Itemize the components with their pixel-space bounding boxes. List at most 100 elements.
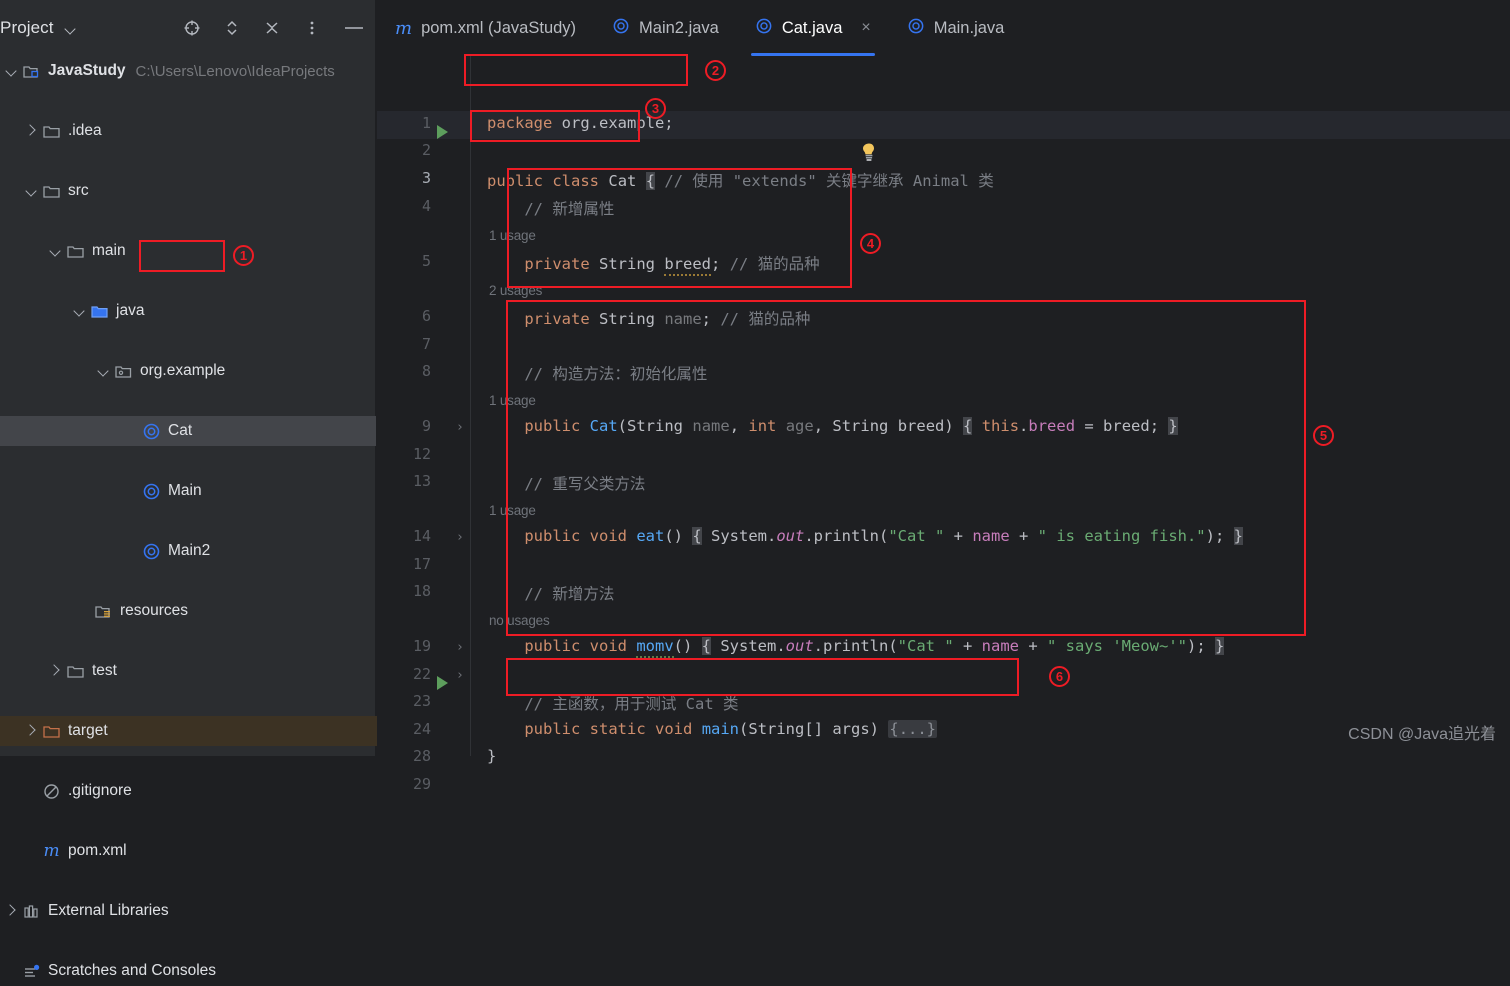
tree-label: src — [68, 182, 89, 199]
chevron-right-icon[interactable] — [22, 121, 42, 141]
tree-item-java[interactable]: java — [0, 296, 376, 326]
code-line-9[interactable]: public Cat(String name, int age, String … — [487, 417, 1178, 435]
tab-main-java[interactable]: Main.java — [889, 0, 1023, 56]
maven-icon: m — [43, 840, 60, 861]
run-main-gutter-icon[interactable] — [437, 676, 448, 690]
close-icon[interactable]: × — [861, 20, 870, 36]
tree-label: org.example — [140, 362, 226, 379]
tree-item-main-class[interactable]: Main — [0, 476, 376, 506]
chevron-down-icon[interactable] — [64, 21, 78, 35]
tree-item-pom-xml[interactable]: m pom.xml — [0, 836, 376, 866]
annotation-marker-1: 1 — [233, 245, 254, 266]
usage-hint[interactable]: 1 usage — [489, 503, 536, 518]
line-number: 4 — [421, 197, 431, 215]
line-number: 3 — [421, 169, 431, 187]
tree-label: pom.xml — [68, 842, 127, 859]
line-number: 9 — [421, 417, 431, 435]
folder-icon — [42, 182, 61, 201]
tree-label: External Libraries — [48, 902, 169, 919]
code-editor[interactable]: 1 2 3 4 5 6 7 8 9 12 13 14 17 18 19 22 2… — [377, 56, 1510, 793]
code-line-18[interactable]: // 新增方法 — [487, 582, 614, 604]
code-line-28[interactable]: } — [487, 747, 496, 765]
tree-label: main — [92, 242, 126, 259]
tree-item-gitignore[interactable]: .gitignore — [0, 776, 376, 806]
tree-item-test[interactable]: test — [0, 656, 376, 686]
tree-item-target[interactable]: target — [0, 716, 398, 746]
annotation-marker-3: 3 — [645, 98, 666, 119]
tab-cat-java[interactable]: Cat.java × — [737, 0, 889, 56]
usage-hint[interactable]: 1 usage — [489, 228, 536, 243]
tree-item-src[interactable]: src — [0, 176, 376, 206]
tree-item-idea[interactable]: .idea — [0, 116, 376, 146]
annotation-marker-6: 6 — [1049, 666, 1070, 687]
code-line-3[interactable]: public class Cat { // 使用 "extends" 关键字继承… — [487, 169, 994, 191]
target-folder-icon — [42, 722, 61, 741]
fold-expand-icon[interactable]: › — [456, 641, 468, 654]
editor-gutter[interactable]: 1 2 3 4 5 6 7 8 9 12 13 14 17 18 19 22 2… — [377, 56, 470, 793]
usage-hint[interactable]: no usages — [489, 613, 550, 628]
tree-item-main[interactable]: main — [0, 236, 376, 266]
code-line-4[interactable]: // 新增属性 — [487, 197, 614, 219]
java-class-icon — [907, 17, 925, 40]
chevron-right-icon[interactable] — [22, 721, 42, 741]
tree-item-main2-class[interactable]: Main2 — [0, 536, 376, 566]
expand-collapse-icon[interactable] — [222, 18, 242, 38]
line-number: 28 — [412, 747, 431, 765]
code-line-13[interactable]: // 重写父类方法 — [487, 472, 645, 494]
tree-item-javastudy[interactable]: JavaStudy C:\Users\Lenovo\IdeaProjects — [0, 56, 376, 86]
fold-expand-icon[interactable]: › — [456, 669, 468, 682]
line-number: 6 — [421, 307, 431, 325]
code-line-23[interactable]: // 主函数，用于测试 Cat 类 — [487, 692, 738, 714]
chevron-down-icon[interactable] — [94, 361, 114, 381]
line-number: 5 — [421, 252, 431, 270]
code-line-19[interactable]: public void momv() { System.out.println(… — [487, 637, 1225, 658]
line-number: 12 — [412, 445, 431, 463]
tab-main2-java[interactable]: Main2.java — [594, 0, 737, 56]
run-class-gutter-icon[interactable] — [437, 125, 448, 139]
tree-label: JavaStudy — [48, 62, 126, 79]
module-icon — [22, 62, 41, 81]
tree-item-org-example[interactable]: org.example — [0, 356, 376, 386]
usage-hint[interactable]: 2 usages — [489, 283, 542, 298]
annotation-marker-5: 5 — [1313, 425, 1334, 446]
usage-hint[interactable]: 1 usage — [489, 393, 536, 408]
collapse-all-icon[interactable] — [262, 18, 282, 38]
tree-item-cat[interactable]: Cat — [0, 416, 376, 446]
chevron-down-icon[interactable] — [22, 181, 42, 201]
locate-icon[interactable] — [182, 18, 202, 38]
chevron-down-icon[interactable] — [2, 61, 22, 81]
code-line-8[interactable]: // 构造方法：初始化属性 — [487, 362, 707, 384]
package-icon — [114, 362, 133, 381]
chevron-right-icon[interactable] — [46, 661, 66, 681]
more-options-icon[interactable] — [302, 18, 322, 38]
chevron-down-icon[interactable] — [46, 241, 66, 261]
tree-item-resources[interactable]: resources — [0, 596, 376, 626]
tree-item-scratches-and-consoles[interactable]: Scratches and Consoles — [0, 956, 376, 986]
chevron-down-icon[interactable] — [70, 301, 90, 321]
tree-label: .idea — [68, 122, 102, 139]
hide-panel-icon[interactable] — [342, 18, 363, 38]
libraries-icon — [22, 902, 41, 921]
code-line-6[interactable]: private String name; // 猫的品种 — [487, 307, 810, 329]
fold-expand-icon[interactable]: › — [456, 531, 468, 544]
java-class-icon — [142, 422, 161, 441]
tree-label: Main2 — [168, 542, 211, 559]
fold-expand-icon[interactable]: › — [456, 421, 468, 434]
code-line-24[interactable]: public static void main(String[] args) {… — [487, 720, 938, 738]
tree-label: resources — [120, 602, 189, 619]
code-line-14[interactable]: public void eat() { System.out.println("… — [487, 527, 1243, 545]
project-toolbar: Project — [0, 0, 376, 56]
chevron-right-icon[interactable] — [2, 901, 22, 921]
tree-label: .gitignore — [68, 782, 132, 799]
code-line-5[interactable]: private String breed; // 猫的品种 — [487, 252, 820, 276]
tree-label: Main — [168, 482, 202, 499]
code-line-1[interactable]: package org.example; — [487, 114, 674, 132]
folder-icon — [66, 242, 85, 261]
tree-item-external-libraries[interactable]: External Libraries — [0, 896, 376, 926]
tab-pom-xml[interactable]: m pom.xml (JavaStudy) — [377, 0, 594, 56]
java-class-icon — [755, 17, 773, 40]
tree-label: Scratches and Consoles — [48, 962, 217, 979]
intention-bulb-icon[interactable] — [860, 142, 878, 162]
project-tree[interactable]: JavaStudy C:\Users\Lenovo\IdeaProjects .… — [0, 56, 398, 979]
line-number: 14 — [412, 527, 431, 545]
